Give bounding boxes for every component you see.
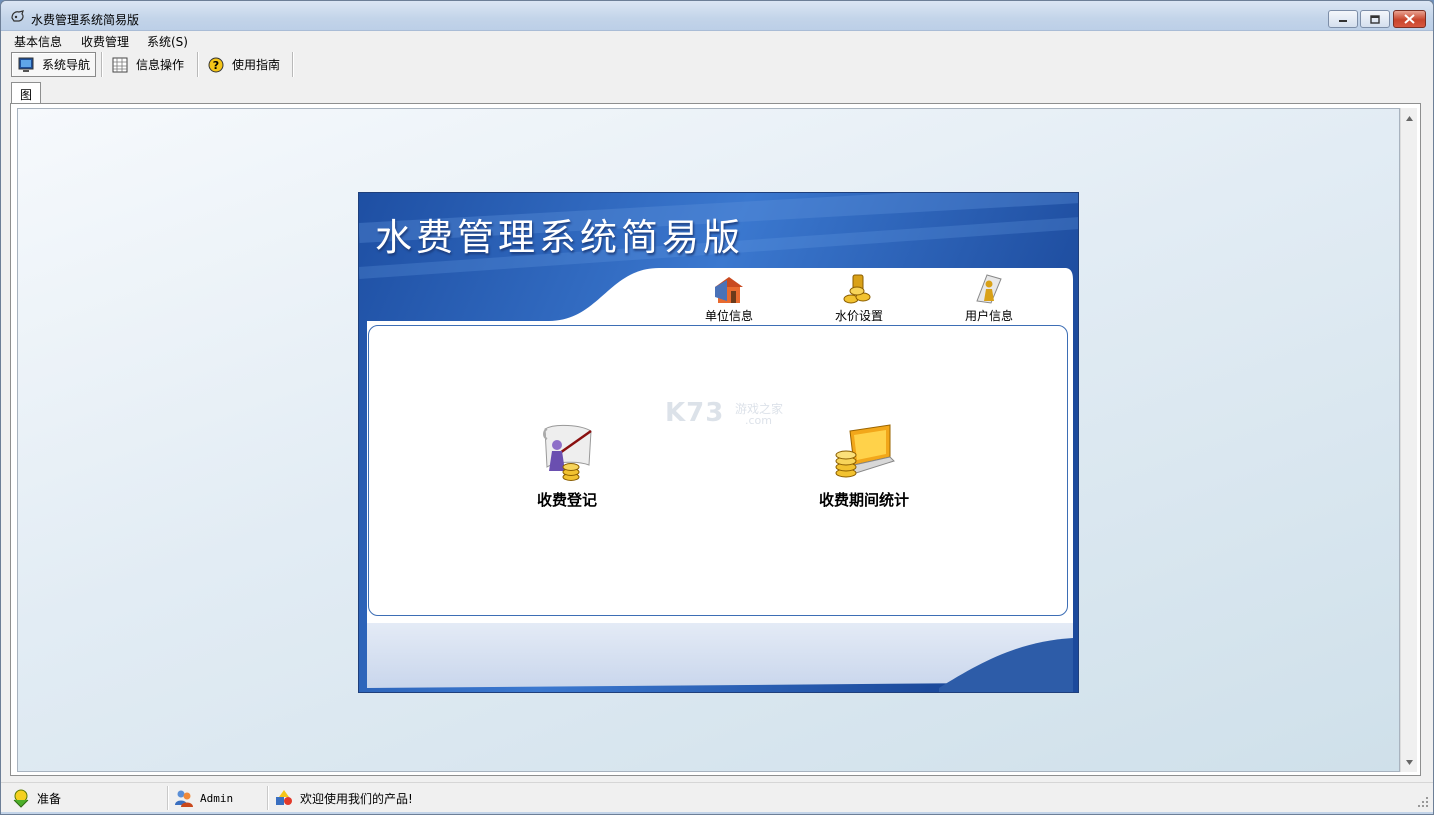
status-message-text: 欢迎使用我们的产品!: [300, 791, 413, 806]
nav-water-price-label: 水价设置: [834, 309, 883, 323]
nav-water-price[interactable]: 水价设置: [819, 271, 899, 324]
nav-unit-info-label: 单位信息: [704, 309, 753, 323]
users-icon: [175, 790, 193, 807]
nav-period-statistics[interactable]: 收费期间统计: [799, 421, 929, 510]
nav-unit-info[interactable]: 单位信息: [689, 271, 769, 324]
monitor-icon: [18, 57, 34, 72]
app-window: 水费管理系统简易版 基本信息 收费管理 系统(S) 系统导航 信息操作 ? 使用…: [0, 0, 1434, 815]
nav-user-info-label: 用户信息: [964, 309, 1013, 323]
title-bar[interactable]: 水费管理系统简易版: [1, 1, 1433, 31]
toolbar-separator: [292, 52, 294, 77]
svg-text:?: ?: [213, 59, 219, 72]
minimize-icon: [1339, 20, 1347, 22]
menu-basic-info[interactable]: 基本信息: [14, 33, 62, 50]
navigation-view: 水费管理系统简易版 单位信息 水价设置 用户信息 K73 游戏之家 .com 收…: [17, 108, 1400, 772]
scroll-down-icon[interactable]: [1405, 758, 1414, 767]
watermark-domain: .com: [745, 414, 772, 427]
scroll-up-icon[interactable]: [1405, 114, 1414, 123]
user-pencil-icon: [976, 274, 1002, 304]
toolbar-user-guide-button[interactable]: ? 使用指南: [202, 52, 290, 77]
nav-period-statistics-label: 收费期间统计: [818, 491, 909, 509]
main-nav-box: K73 游戏之家 .com 收费登记 收费期间统计: [368, 325, 1068, 616]
maximize-icon: [1370, 14, 1380, 24]
nav-fee-registration-label: 收费登记: [536, 491, 597, 509]
maximize-button[interactable]: [1360, 10, 1390, 28]
status-message: 欢迎使用我们的产品!: [274, 786, 413, 810]
shapes-icon: [276, 790, 292, 805]
statistics-icon: [835, 424, 895, 478]
toolbar-user-guide-label: 使用指南: [232, 58, 281, 72]
toolbar-separator: [197, 52, 199, 77]
status-ready: 准备: [11, 786, 61, 810]
toolbar: 系统导航 信息操作 ? 使用指南: [1, 50, 1433, 80]
vertical-scrollbar[interactable]: [1400, 108, 1417, 772]
status-separator: [267, 786, 269, 810]
window-title: 水费管理系统简易版: [31, 13, 140, 27]
toolbar-separator: [101, 52, 103, 77]
watermark-main: K73: [665, 398, 725, 428]
menu-system[interactable]: 系统(S): [147, 33, 188, 50]
status-ready-text: 准备: [37, 791, 62, 806]
toolbar-info-ops-button[interactable]: 信息操作: [106, 52, 192, 77]
nav-fee-registration[interactable]: 收费登记: [517, 421, 617, 510]
k73-watermark: K73 游戏之家 .com: [665, 398, 795, 430]
menu-fee-management[interactable]: 收费管理: [81, 33, 129, 50]
toolbar-system-nav-label: 系统导航: [42, 58, 91, 72]
toolbar-info-ops-label: 信息操作: [136, 58, 185, 72]
nav-user-info[interactable]: 用户信息: [949, 271, 1029, 324]
menu-bar: 基本信息 收费管理 系统(S): [1, 31, 1433, 50]
app-icon: [11, 10, 24, 22]
status-user: Admin: [174, 786, 233, 810]
register-icon: [543, 424, 592, 481]
building-icon: [715, 277, 743, 303]
tab-panel: 水费管理系统简易版 单位信息 水价设置 用户信息 K73 游戏之家 .com 收…: [10, 103, 1421, 776]
minimize-button[interactable]: [1328, 10, 1358, 28]
tab-graphic-nav[interactable]: 图文导航: [11, 82, 42, 153]
help-icon: ?: [208, 57, 224, 72]
close-icon: [1404, 14, 1415, 24]
status-separator: [167, 786, 169, 810]
close-button[interactable]: [1393, 10, 1426, 28]
navigation-panel: 水费管理系统简易版 单位信息 水价设置 用户信息 K73 游戏之家 .com 收…: [358, 192, 1079, 693]
grid-icon: [112, 57, 128, 72]
toolbar-system-nav-button[interactable]: 系统导航: [11, 52, 96, 77]
status-user-text: Admin: [200, 791, 234, 805]
resize-grip-icon[interactable]: [1417, 796, 1429, 808]
panel-title: 水费管理系统简易版: [375, 216, 744, 259]
status-bar: 准备 Admin 欢迎使用我们的产品!: [1, 782, 1433, 812]
coins-icon: [843, 274, 871, 304]
status-lightbulb-icon: [13, 789, 29, 808]
